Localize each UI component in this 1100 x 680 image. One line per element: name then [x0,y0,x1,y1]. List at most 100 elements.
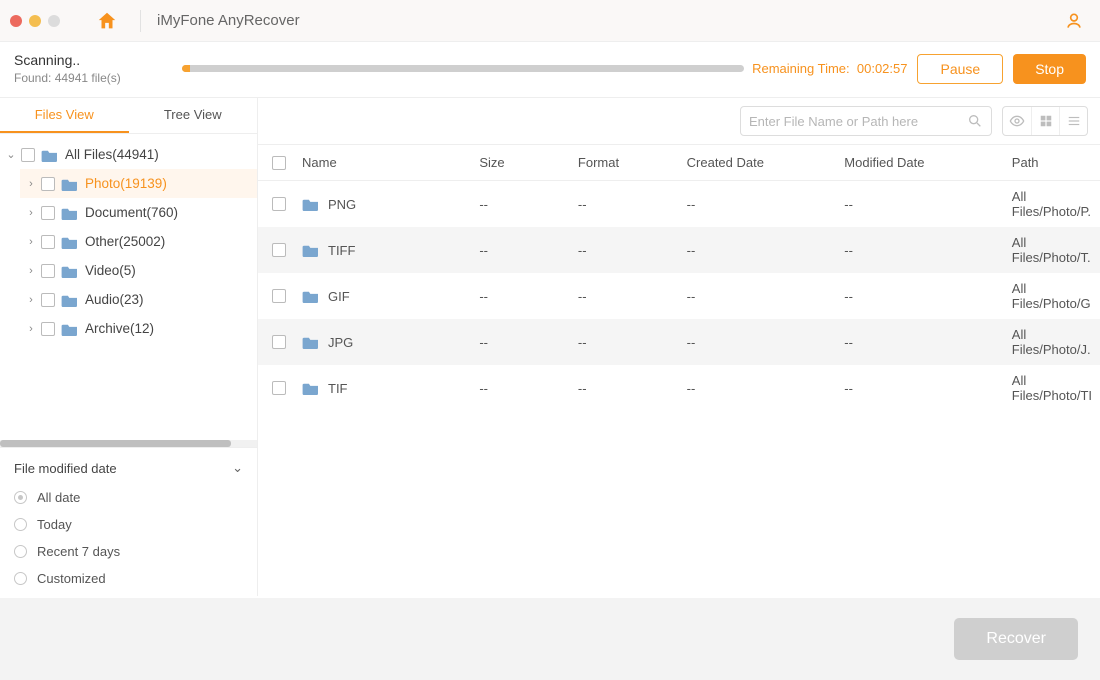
select-all-checkbox[interactable] [272,156,286,170]
row-modified: -- [836,319,1004,365]
search-input[interactable] [749,114,967,129]
tree-item-archive[interactable]: › Archive(12) [20,314,257,343]
folder-icon [61,177,79,191]
chevron-right-icon[interactable]: › [24,294,38,306]
col-size[interactable]: Size [471,145,570,181]
stop-button[interactable]: Stop [1013,54,1086,84]
checkbox[interactable] [41,293,55,307]
row-path: All Files/Photo/T. [1004,227,1100,273]
tree-item-video[interactable]: › Video(5) [20,256,257,285]
checkbox[interactable] [41,322,55,336]
col-created[interactable]: Created Date [679,145,837,181]
checkbox[interactable] [41,177,55,191]
scan-found-label: Found: 44941 file(s) [14,71,182,85]
row-path: All Files/Photo/P. [1004,181,1100,228]
filter-header[interactable]: File modified date ⌄ [14,458,243,484]
chevron-down-icon: ⌄ [232,460,243,476]
row-size: -- [471,273,570,319]
chevron-right-icon[interactable]: › [24,178,38,190]
checkbox[interactable] [41,206,55,220]
row-checkbox[interactable] [272,197,286,211]
row-checkbox[interactable] [272,243,286,257]
sidebar: Files View Tree View ⌄ All Files(44941) … [0,98,258,596]
row-path: All Files/Photo/J. [1004,319,1100,365]
checkbox[interactable] [21,148,35,162]
row-name: PNG [328,197,356,212]
row-size: -- [471,227,570,273]
category-tree: ⌄ All Files(44941) › Photo(19139) › [0,134,257,349]
grid-view-icon[interactable] [1031,107,1059,135]
chevron-right-icon[interactable]: › [24,236,38,248]
filter-option-recent7[interactable]: Recent 7 days [14,538,243,565]
tree-label: Other(25002) [85,234,165,249]
scan-status-label: Scanning.. [14,52,182,68]
row-created: -- [679,273,837,319]
tab-files-view[interactable]: Files View [0,98,129,133]
close-window-button[interactable] [10,15,22,27]
col-modified[interactable]: Modified Date [836,145,1004,181]
row-name: JPG [328,335,353,350]
tree-root-all-files[interactable]: ⌄ All Files(44941) [0,140,257,169]
tree-item-audio[interactable]: › Audio(23) [20,285,257,314]
tree-item-other[interactable]: › Other(25002) [20,227,257,256]
pause-button[interactable]: Pause [917,54,1003,84]
row-created: -- [679,227,837,273]
table-row[interactable]: GIF--------All Files/Photo/G [258,273,1100,319]
row-created: -- [679,181,837,228]
search-icon[interactable] [967,113,983,129]
chevron-right-icon[interactable]: › [24,323,38,335]
user-icon[interactable] [1064,11,1084,31]
folder-icon [302,335,320,349]
search-box[interactable] [740,106,992,136]
tree-label: Photo(19139) [85,176,167,191]
chevron-right-icon[interactable]: › [24,207,38,219]
chevron-down-icon[interactable]: ⌄ [4,148,18,161]
tree-label: Document(760) [85,205,178,220]
file-table: Name Size Format Created Date Modified D… [258,145,1100,596]
table-row[interactable]: PNG--------All Files/Photo/P. [258,181,1100,228]
home-icon[interactable] [96,10,118,32]
checkbox[interactable] [41,264,55,278]
toolbar [258,98,1100,145]
filter-option-today[interactable]: Today [14,511,243,538]
row-created: -- [679,319,837,365]
window-controls [10,15,60,27]
tree-item-photo[interactable]: › Photo(19139) [20,169,257,198]
row-modified: -- [836,181,1004,228]
recover-button[interactable]: Recover [954,618,1078,660]
col-format[interactable]: Format [570,145,679,181]
row-format: -- [570,227,679,273]
filter-option-all-date[interactable]: All date [14,484,243,511]
row-checkbox[interactable] [272,335,286,349]
table-row[interactable]: TIFF--------All Files/Photo/T. [258,227,1100,273]
chevron-right-icon[interactable]: › [24,265,38,277]
sidebar-scrollbar[interactable] [0,440,257,447]
col-name[interactable]: Name [294,145,471,181]
maximize-window-button[interactable] [48,15,60,27]
minimize-window-button[interactable] [29,15,41,27]
row-checkbox[interactable] [272,381,286,395]
tree-item-document[interactable]: › Document(760) [20,198,257,227]
radio-icon [14,491,27,504]
row-size: -- [471,365,570,411]
main-panel: Name Size Format Created Date Modified D… [258,98,1100,596]
row-checkbox[interactable] [272,289,286,303]
titlebar: iMyFone AnyRecover [0,0,1100,42]
col-path[interactable]: Path [1004,145,1100,181]
row-size: -- [471,181,570,228]
filter-option-customized[interactable]: Customized [14,565,243,592]
remaining-time: Remaining Time: 00:02:57 [752,61,907,76]
radio-icon [14,545,27,558]
row-format: -- [570,181,679,228]
tab-tree-view[interactable]: Tree View [129,98,258,133]
row-modified: -- [836,273,1004,319]
list-view-icon[interactable] [1059,107,1087,135]
table-row[interactable]: JPG--------All Files/Photo/J. [258,319,1100,365]
filter-option-label: Recent 7 days [37,544,120,559]
tree-label: Audio(23) [85,292,144,307]
radio-icon [14,572,27,585]
eye-icon[interactable] [1003,107,1031,135]
checkbox[interactable] [41,235,55,249]
table-row[interactable]: TIF--------All Files/Photo/TI [258,365,1100,411]
filter-panel: File modified date ⌄ All date Today Rece… [0,447,257,596]
